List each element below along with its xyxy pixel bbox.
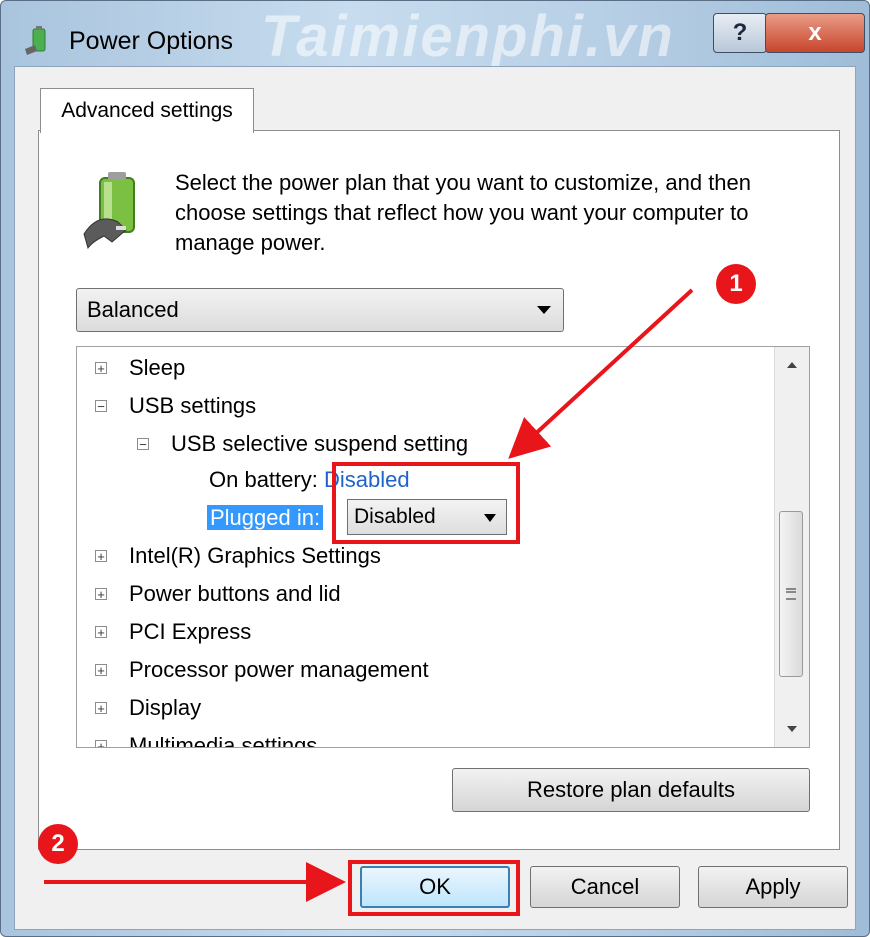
power-plan-value: Balanced [87,297,179,322]
expand-icon[interactable]: + [95,588,107,601]
plugged-in-label: Plugged in: [207,505,324,530]
on-battery-label: On battery: [209,467,318,492]
tree-item-label: PCI Express [129,619,252,644]
tree-item-label: USB settings [129,393,257,418]
tree-item-label: Intel(R) Graphics Settings [129,543,381,568]
description-text: Select the power plan that you want to c… [175,170,752,255]
help-button[interactable]: ? [713,13,767,53]
expand-icon[interactable]: + [95,362,107,375]
highlight-box-plugged-in [332,462,520,544]
title-bar[interactable]: Power Options Taimienphi.vn ? x [1,1,869,69]
cancel-button[interactable]: Cancel [530,866,680,908]
tree-item-intel-graphics[interactable]: + Intel(R) Graphics Settings [95,541,381,571]
tree-item-sleep[interactable]: + Sleep [95,353,185,383]
tree-item-processor[interactable]: + Processor power management [95,655,429,685]
chevron-down-icon [537,306,551,314]
tree-item-label: Power buttons and lid [129,581,341,606]
expand-icon[interactable]: + [95,740,107,747]
step-badge-1: 1 [716,264,756,304]
expand-icon[interactable]: + [95,664,107,677]
power-plan-select[interactable]: Balanced [76,288,564,332]
power-options-icon [25,26,46,55]
tree-item-label: USB selective suspend setting [171,431,469,456]
scroll-up-button[interactable] [775,347,809,383]
arrow-down-icon [787,726,797,732]
expand-icon[interactable]: + [95,702,107,715]
collapse-icon[interactable]: − [137,438,149,451]
scroll-down-button[interactable] [775,711,809,747]
window-title: Power Options [69,27,233,55]
battery-plug-icon [83,172,135,250]
arrow-up-icon [787,362,797,368]
tree-item-usb-selective-suspend[interactable]: − USB selective suspend setting [137,429,468,459]
tab-advanced-settings[interactable]: Advanced settings [40,88,254,133]
settings-tree[interactable]: + Sleep − USB settings − USB selective s… [76,346,810,748]
tree-item-pci-express[interactable]: + PCI Express [95,617,251,647]
collapse-icon[interactable]: − [95,400,107,413]
vertical-scrollbar[interactable] [774,347,809,747]
tree-item-label: Multimedia settings [129,733,318,748]
scrollbar-thumb[interactable] [779,511,803,677]
expand-icon[interactable]: + [95,626,107,639]
expand-icon[interactable]: + [95,550,107,563]
tree-item-display[interactable]: + Display [95,693,201,723]
close-button[interactable]: x [765,13,865,53]
step-badge-2: 2 [38,824,78,864]
tree-item-label: Display [129,695,202,720]
apply-button[interactable]: Apply [698,866,848,908]
tree-item-usb-settings[interactable]: − USB settings [95,391,256,421]
tree-item-label: Sleep [129,355,186,380]
tree-item-multimedia[interactable]: + Multimedia settings [95,731,318,748]
highlight-box-ok [348,860,520,916]
tree-item-label: Processor power management [129,657,429,682]
grip-icon [786,588,796,600]
watermark: Taimienphi.vn [261,4,675,69]
tree-item-power-buttons[interactable]: + Power buttons and lid [95,579,341,609]
plugged-in-setting[interactable]: Plugged in: [207,503,324,533]
restore-plan-defaults-button[interactable]: Restore plan defaults [452,768,810,812]
